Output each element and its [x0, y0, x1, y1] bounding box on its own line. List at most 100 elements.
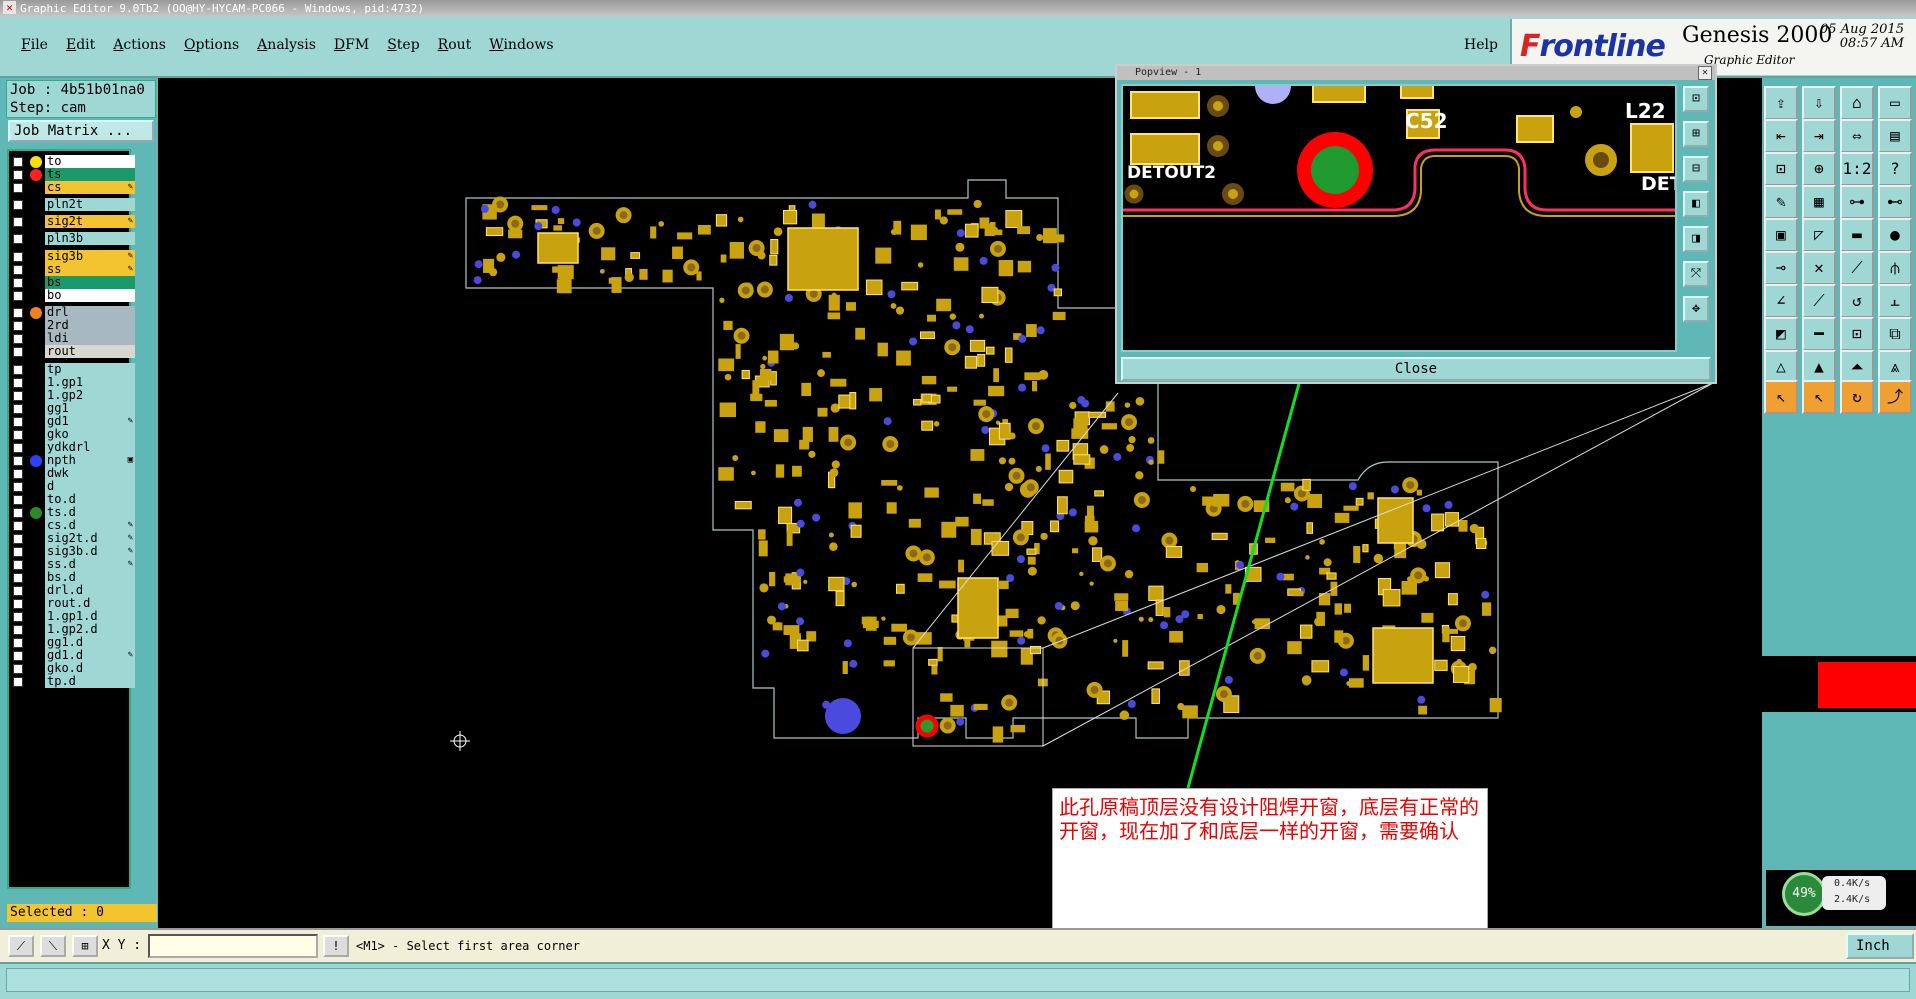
- tool-tri4-icon[interactable]: ⩓: [1878, 350, 1912, 384]
- tool-select-icon[interactable]: ▣: [1764, 218, 1798, 252]
- layer-checkbox[interactable]: [13, 586, 23, 596]
- layer-name[interactable]: dwk: [45, 467, 135, 480]
- tool-link-icon[interactable]: ⊸: [1764, 251, 1798, 285]
- popview-zoom-home-icon[interactable]: ⊡: [1683, 86, 1709, 112]
- popview-screen[interactable]: DETOUT2 C52 L22 DET: [1121, 84, 1677, 352]
- layer-row-pln2t[interactable]: pln2t: [9, 198, 135, 212]
- tool-help-icon[interactable]: ?: [1878, 152, 1912, 186]
- app-close-icon[interactable]: ✕: [3, 1, 16, 14]
- target-hole-ring[interactable]: [915, 714, 939, 738]
- layer-checkbox[interactable]: [13, 599, 23, 609]
- tool-rotate-icon[interactable]: ↻: [1840, 380, 1874, 414]
- tool-move-right-icon[interactable]: ⇥: [1802, 119, 1836, 153]
- layer-row-pln3b[interactable]: pln3b: [9, 232, 135, 246]
- tool-fit-icon[interactable]: ⇔: [1840, 119, 1874, 153]
- tool-route-icon[interactable]: ⤴: [1878, 380, 1912, 414]
- layer-row-npth[interactable]: npth ▣: [9, 454, 135, 468]
- layer-checkbox[interactable]: [13, 365, 23, 375]
- layer-checkbox[interactable]: [13, 430, 23, 440]
- layer-checkbox[interactable]: [13, 482, 23, 492]
- layer-row-dwk[interactable]: dwk: [9, 467, 135, 481]
- popview-close-button[interactable]: Close: [1121, 357, 1711, 381]
- layer-checkbox[interactable]: [13, 560, 23, 570]
- tool-home-icon[interactable]: ⌂: [1840, 86, 1874, 120]
- popview-close-icon[interactable]: ✕: [1698, 66, 1712, 80]
- popview-center-icon[interactable]: ✥: [1683, 296, 1709, 322]
- layer-checkbox[interactable]: [13, 378, 23, 388]
- layer-checkbox[interactable]: [13, 534, 23, 544]
- snap-mode-icon[interactable]: ⟋: [8, 935, 34, 957]
- layer-checkbox[interactable]: [13, 291, 23, 301]
- layer-row-gg1[interactable]: gg1: [9, 402, 135, 416]
- layer-checkbox[interactable]: [13, 321, 23, 331]
- layer-checkbox[interactable]: [13, 677, 23, 687]
- tool-fork-icon[interactable]: ⫛: [1878, 251, 1912, 285]
- tool-net-icon[interactable]: ⊶: [1840, 185, 1874, 219]
- layer-row-2rd[interactable]: 2rd: [9, 319, 135, 333]
- layer-checkbox[interactable]: [13, 183, 23, 193]
- popview-zoom-out-icon[interactable]: ⊟: [1683, 156, 1709, 182]
- layer-checkbox[interactable]: [13, 157, 23, 167]
- layer-checkbox[interactable]: [13, 308, 23, 318]
- grid-icon[interactable]: ⊞: [72, 935, 98, 957]
- layer-row-ss[interactable]: ss ✎: [9, 263, 135, 277]
- tool-snap-icon[interactable]: ▭: [1878, 86, 1912, 120]
- measure-icon[interactable]: ⟍: [40, 935, 66, 957]
- tool-snap-angle-icon[interactable]: ◸: [1802, 218, 1836, 252]
- layer-checkbox[interactable]: [13, 521, 23, 531]
- tool-node-icon[interactable]: ⊡: [1840, 317, 1874, 351]
- tool-pointer-icon[interactable]: ↖: [1764, 380, 1798, 414]
- popview-window[interactable]: Popview - 1 ✕ DETOUT2 C52 L22 DET: [1115, 64, 1717, 384]
- layer-row-sig3b[interactable]: sig3b ✎: [9, 250, 135, 264]
- layer-checkbox[interactable]: [13, 278, 23, 288]
- tool-net2-icon[interactable]: ⊷: [1878, 185, 1912, 219]
- tool-measure-icon[interactable]: ✎: [1764, 185, 1798, 219]
- tool-scroll-icon[interactable]: ▤: [1878, 119, 1912, 153]
- layer-checkbox[interactable]: [13, 495, 23, 505]
- layer-name[interactable]: pln2t: [45, 198, 135, 211]
- layer-checkbox[interactable]: [13, 456, 23, 466]
- alert-icon[interactable]: !: [323, 935, 349, 957]
- tool-record-icon[interactable]: ●: [1878, 218, 1912, 252]
- job-matrix-button[interactable]: Job Matrix ...: [8, 120, 154, 142]
- layer-checkbox[interactable]: [13, 625, 23, 635]
- tool-tri2-icon[interactable]: ▲: [1802, 350, 1836, 384]
- layer-checkbox[interactable]: [13, 664, 23, 674]
- layer-checkbox[interactable]: [13, 547, 23, 557]
- layer-checkbox[interactable]: [13, 217, 23, 227]
- tool-copy-icon[interactable]: ⇪: [1764, 86, 1798, 120]
- layer-checkbox[interactable]: [13, 573, 23, 583]
- tool-tri3-icon[interactable]: ⏶: [1840, 350, 1874, 384]
- menu-analysis[interactable]: Analysis: [248, 37, 325, 53]
- tool-scale-icon[interactable]: 1:2: [1840, 152, 1874, 186]
- layer-name[interactable]: tp.d: [45, 675, 135, 688]
- menu-windows[interactable]: Windows: [480, 37, 562, 53]
- layer-checkbox[interactable]: [13, 334, 23, 344]
- layer-name[interactable]: pln3b: [45, 232, 135, 245]
- tool-move-left-icon[interactable]: ⇤: [1764, 119, 1798, 153]
- layer-checkbox[interactable]: [13, 638, 23, 648]
- layer-checkbox[interactable]: [13, 234, 23, 244]
- tool-diag-icon[interactable]: ⟋: [1802, 284, 1836, 318]
- menu-actions[interactable]: Actions: [104, 37, 175, 53]
- popview-zoom-in-icon[interactable]: ⊞: [1683, 121, 1709, 147]
- menu-help[interactable]: Help: [1464, 37, 1498, 53]
- popview-pan-left-icon[interactable]: ◧: [1683, 191, 1709, 217]
- layer-checkbox[interactable]: [13, 265, 23, 275]
- tool-tri-icon[interactable]: △: [1764, 350, 1798, 384]
- tool-group-icon[interactable]: ⧉: [1878, 317, 1912, 351]
- layer-checkbox[interactable]: [13, 404, 23, 414]
- layer-name[interactable]: cs ✎: [45, 181, 135, 194]
- tool-grid-icon[interactable]: ▦: [1802, 185, 1836, 219]
- layer-row-rout[interactable]: rout: [9, 345, 135, 359]
- tool-pointer-edit-icon[interactable]: ↖: [1802, 380, 1836, 414]
- layer-row-ts[interactable]: ts: [9, 168, 135, 182]
- layer-row-sig2t[interactable]: sig2t ✎: [9, 215, 135, 229]
- layer-checkbox[interactable]: [13, 347, 23, 357]
- menu-rout[interactable]: Rout: [429, 37, 481, 53]
- layer-checkbox[interactable]: [13, 391, 23, 401]
- tool-hline-icon[interactable]: ━: [1802, 317, 1836, 351]
- layer-row-cs[interactable]: cs ✎: [9, 181, 135, 195]
- layer-checkbox[interactable]: [13, 651, 23, 661]
- tool-paste-icon[interactable]: ⇩: [1802, 86, 1836, 120]
